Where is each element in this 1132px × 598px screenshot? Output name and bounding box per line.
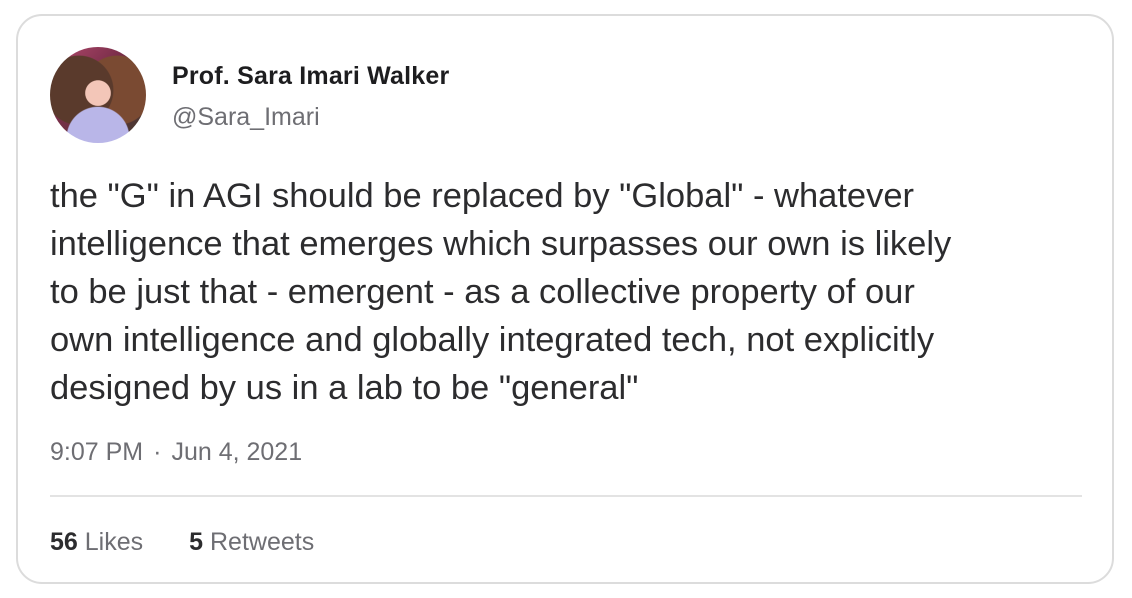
tweet-date: Jun 4, 2021: [171, 438, 303, 466]
avatar[interactable]: [50, 47, 146, 143]
tweet-card: Prof. Sara Imari Walker @Sara_Imari the …: [16, 14, 1114, 584]
tweet-stats: 56 Likes 5 Retweets: [50, 528, 314, 557]
tweet-text-line: intelligence that emerges which surpasse…: [50, 225, 952, 263]
retweets-stat[interactable]: 5 Retweets: [189, 528, 314, 557]
tweet-time: 9:07 PM: [50, 438, 144, 466]
tweet-text-line: to be just that - emergent - as a collec…: [50, 273, 915, 311]
likes-stat[interactable]: 56 Likes: [50, 528, 143, 557]
retweets-label: Retweets: [210, 528, 315, 556]
tweet-timestamp[interactable]: 9:07 PM · Jun 4, 2021: [50, 438, 302, 467]
author-handle[interactable]: @Sara_Imari: [172, 103, 320, 132]
tweet-text-line: designed by us in a lab to be "general": [50, 369, 639, 407]
divider: [50, 495, 1082, 497]
author-name[interactable]: Prof. Sara Imari Walker: [172, 62, 449, 91]
likes-label: Likes: [84, 528, 144, 556]
tweet-text-line: the "G" in AGI should be replaced by "Gl…: [50, 177, 915, 215]
retweets-count: 5: [189, 528, 204, 556]
likes-count: 56: [50, 528, 78, 556]
tweet-text: the "G" in AGI should be replaced by "Gl…: [50, 172, 1100, 412]
tweet-text-line: own intelligence and globally integrated…: [50, 321, 935, 359]
separator-dot: ·: [153, 438, 162, 466]
